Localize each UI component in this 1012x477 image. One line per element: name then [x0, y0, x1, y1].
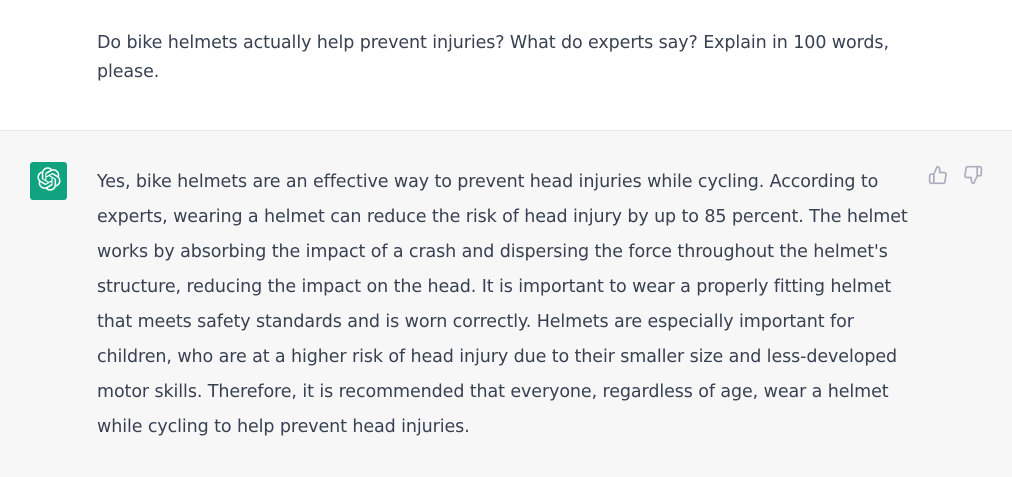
- thumbs-up-icon: [928, 165, 948, 189]
- assistant-message-text: Yes, bike helmets are an effective way t…: [97, 172, 908, 437]
- user-message-row: Do bike helmets actually help prevent in…: [0, 0, 1012, 131]
- openai-logo-icon: [36, 167, 61, 195]
- thumbs-up-button[interactable]: [927, 165, 949, 189]
- thumbs-down-icon: [963, 165, 983, 189]
- assistant-message-row: Yes, bike helmets are an effective way t…: [0, 131, 1012, 477]
- thumbs-down-button[interactable]: [962, 165, 984, 189]
- user-message-text: Do bike helmets actually help prevent in…: [97, 33, 895, 82]
- assistant-avatar: [30, 162, 67, 200]
